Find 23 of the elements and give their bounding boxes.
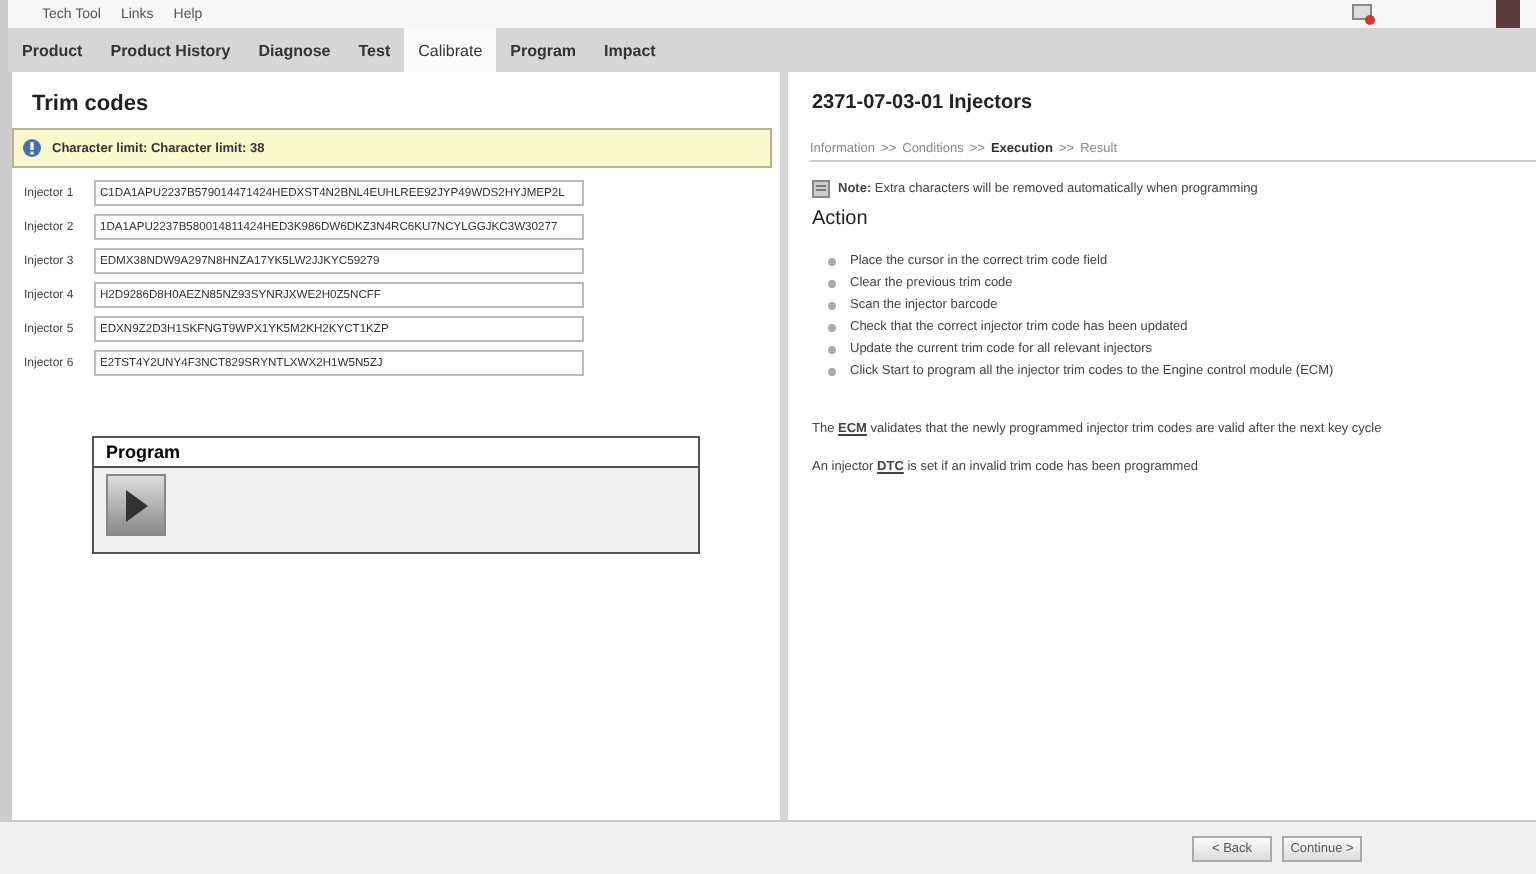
bullet-icon: [828, 257, 836, 265]
dark-panel: [1496, 0, 1520, 28]
tab[interactable]: Test: [344, 28, 405, 72]
bullet-icon: [828, 345, 836, 353]
bullet-icon: [828, 323, 836, 331]
tab[interactable]: Calibrate: [404, 28, 497, 72]
info-icon: [22, 138, 42, 158]
tab[interactable]: Diagnose: [244, 28, 345, 72]
bullet-icon: [828, 301, 836, 309]
play-icon: [122, 487, 150, 523]
tab[interactable]: Product: [8, 28, 97, 72]
tab[interactable]: Product History: [96, 28, 245, 72]
play-button[interactable]: [106, 474, 166, 536]
panel-title: 2371-07-03-01 Injectors: [812, 92, 1035, 114]
bullet-icon: [828, 279, 836, 287]
panel-title: Trim codes: [30, 90, 151, 120]
tab[interactable]: Impact: [590, 28, 670, 72]
tab[interactable]: Program: [496, 28, 591, 72]
bullet-icon: [828, 367, 836, 375]
section-heading: Action: [812, 208, 870, 230]
panel-title: Program: [94, 438, 698, 468]
note-icon: [812, 180, 830, 198]
window-icon[interactable]: [1352, 3, 1376, 25]
